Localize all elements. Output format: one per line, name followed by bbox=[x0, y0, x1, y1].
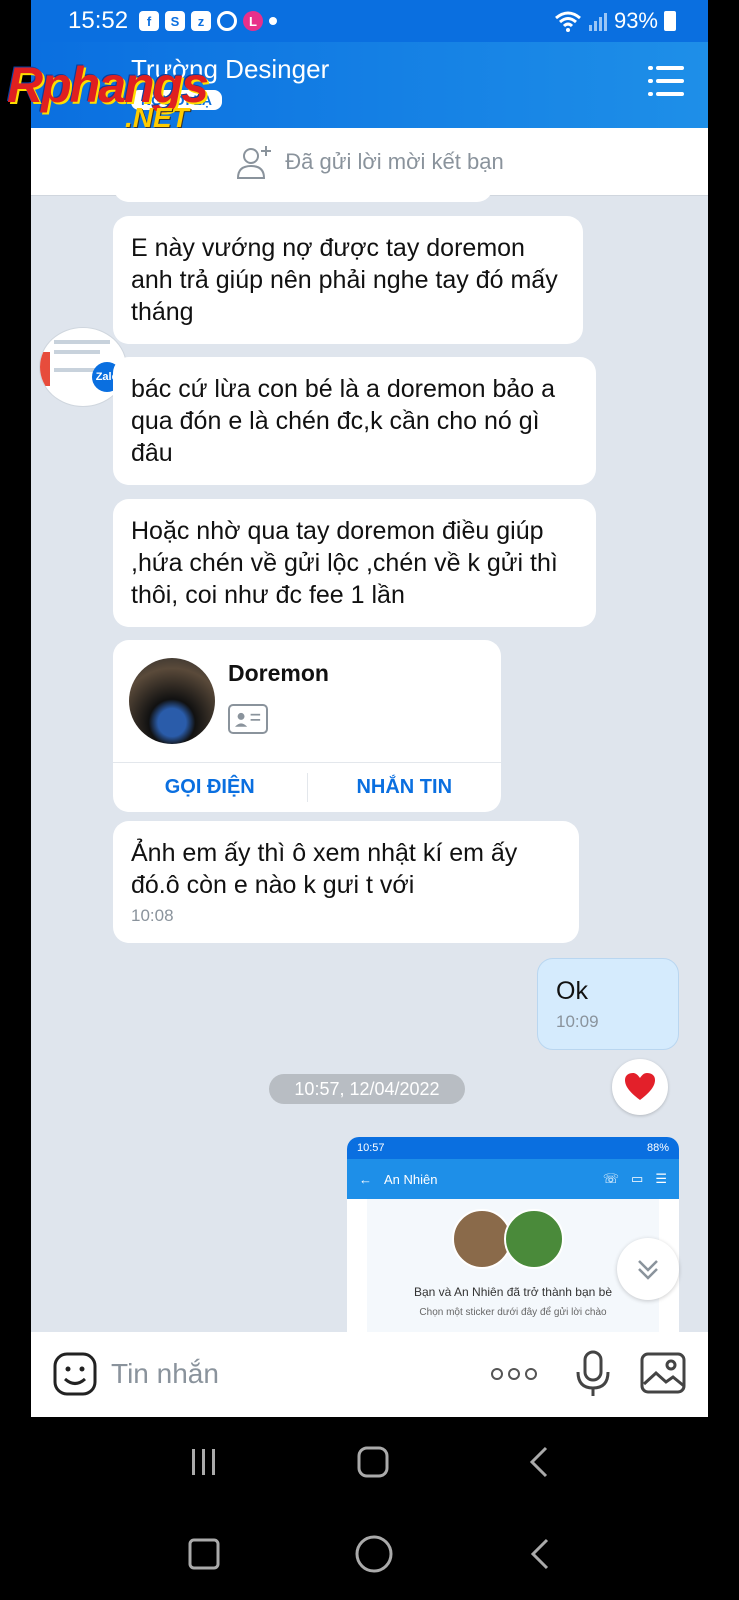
chat-screen: 15:52 f S z L 93% Trường Desinger NGƯỜI … bbox=[31, 0, 708, 1417]
shared-image-body: Bạn và An Nhiên đã trở thành bạn bè Chọn… bbox=[367, 1199, 659, 1332]
lazada-icon: L bbox=[243, 11, 263, 31]
system-nav-bar-secondary bbox=[0, 1507, 739, 1600]
add-friend-icon bbox=[237, 145, 272, 179]
menu-icon[interactable] bbox=[648, 66, 684, 96]
friend-request-text: Đã gửi lời mời kết bạn bbox=[285, 148, 504, 174]
wifi-icon bbox=[554, 11, 581, 32]
shared-image[interactable]: 10:57 88% ← An Nhiên ☏ ▭ ☰ Bạn và An Nhi… bbox=[347, 1137, 679, 1332]
square-icon[interactable] bbox=[187, 1537, 221, 1571]
system-nav-bar bbox=[0, 1417, 739, 1507]
message-button[interactable]: NHẮN TIN bbox=[308, 763, 502, 812]
list-icon: ☰ bbox=[655, 1171, 667, 1186]
more-notifications-dot-icon bbox=[269, 17, 277, 25]
battery-percent: 93% bbox=[613, 8, 658, 33]
date-divider: 10:57, 12/04/2022 bbox=[269, 1074, 465, 1104]
message-text: Ảnh em ấy thì ô xem nhật kí em ấy đó.ô c… bbox=[131, 839, 518, 899]
notification-icons: f S z L bbox=[139, 11, 277, 31]
message-bubble[interactable]: Ảnh em ấy thì ô xem nhật kí em ấy đó.ô c… bbox=[113, 821, 579, 943]
message-bubble[interactable]: bác cứ lừa con bé là a doremon bảo a qua… bbox=[113, 357, 596, 485]
back-triangle-icon[interactable] bbox=[528, 1537, 552, 1571]
video-icon: ▭ bbox=[631, 1171, 644, 1186]
circle-home-icon[interactable] bbox=[354, 1534, 394, 1574]
message-time: 10:08 bbox=[131, 906, 174, 925]
id-card-icon bbox=[228, 704, 268, 734]
message-text: E này vướng nợ được tay doremon anh trả … bbox=[131, 234, 558, 326]
message-text: Ok bbox=[556, 977, 588, 1005]
scroll-down-button[interactable] bbox=[617, 1238, 679, 1300]
friend-photo bbox=[452, 1209, 512, 1269]
contact-card-avatar bbox=[129, 658, 215, 744]
message-text: bác cứ lừa con bé là a doremon bảo a qua… bbox=[131, 375, 556, 467]
message-bubble[interactable]: Hoặc nhờ qua tay doremon điều giúp ,hứa … bbox=[113, 499, 596, 627]
shared-image-time: 10:57 bbox=[357, 1142, 385, 1154]
s-app-icon: S bbox=[165, 11, 185, 31]
watermark-domain: .NET bbox=[125, 102, 189, 133]
message-time: 10:09 bbox=[556, 1012, 599, 1031]
shared-image-battery: 88% bbox=[646, 1142, 669, 1154]
watermark-logo: Rphangs .NET bbox=[7, 56, 237, 136]
sync-icon bbox=[217, 11, 237, 31]
input-bar bbox=[31, 1332, 708, 1417]
home-icon[interactable] bbox=[356, 1445, 390, 1479]
shared-image-header: ← An Nhiên ☏ ▭ ☰ bbox=[347, 1159, 679, 1199]
status-bar: 15:52 f S z L 93% bbox=[31, 0, 708, 42]
battery-icon bbox=[664, 11, 676, 31]
message-input[interactable] bbox=[111, 1356, 451, 1392]
status-right: 93% bbox=[554, 8, 676, 34]
phone-icon: ☏ bbox=[602, 1171, 620, 1186]
sticker-icon[interactable] bbox=[53, 1352, 97, 1396]
contact-card-name: Doremon bbox=[228, 660, 329, 686]
more-options-icon[interactable] bbox=[491, 1362, 541, 1386]
microphone-icon[interactable] bbox=[573, 1350, 613, 1398]
friend-photo bbox=[504, 1209, 564, 1269]
shared-image-title: An Nhiên bbox=[384, 1171, 438, 1187]
back-icon[interactable] bbox=[527, 1445, 551, 1479]
heart-reaction-icon[interactable] bbox=[612, 1059, 668, 1115]
own-message-bubble[interactable]: Ok 10:09 bbox=[537, 958, 679, 1050]
call-button[interactable]: GỌI ĐIỆN bbox=[113, 763, 307, 812]
contact-card[interactable]: Doremon GỌI ĐIỆN NHẮN TIN bbox=[113, 640, 501, 812]
back-arrow-icon: ← bbox=[359, 1171, 372, 1187]
signal-icon bbox=[588, 13, 607, 31]
recent-apps-icon[interactable] bbox=[188, 1447, 220, 1477]
shared-image-status: 10:57 88% bbox=[347, 1137, 679, 1159]
facebook-icon: f bbox=[139, 11, 159, 31]
friend-status-text: Bạn và An Nhiên đã trở thành bạn bè bbox=[413, 1285, 612, 1299]
message-bubble[interactable]: E này vướng nợ được tay doremon anh trả … bbox=[113, 216, 583, 344]
sticker-hint-text: Chọn một sticker dưới đây để gửi lời chà… bbox=[419, 1307, 607, 1318]
zalo-notification-icon: z bbox=[191, 11, 211, 31]
status-time: 15:52 bbox=[68, 7, 129, 34]
previous-message-bubble bbox=[113, 186, 493, 202]
gallery-icon[interactable] bbox=[640, 1352, 686, 1394]
message-text: Hoặc nhờ qua tay doremon điều giúp ,hứa … bbox=[131, 517, 558, 609]
double-chevron-down-icon bbox=[638, 1260, 658, 1280]
